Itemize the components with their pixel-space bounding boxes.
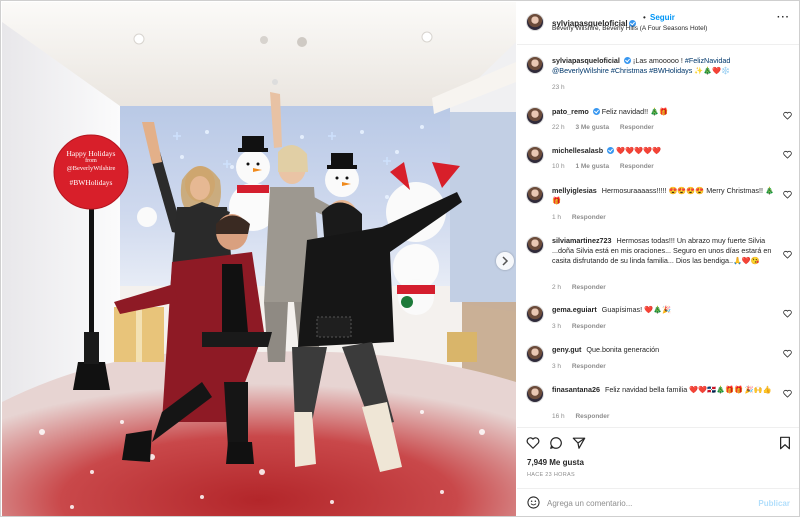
post-panel: sylviapasqueloficial • Seguir Beverly Wi…	[517, 2, 799, 516]
heart-icon[interactable]	[783, 190, 792, 199]
share-icon[interactable]	[572, 436, 586, 450]
comment-username[interactable]: gema.eguiart	[552, 305, 597, 314]
comment-time: 3 h	[552, 323, 562, 330]
comment-meta: 22 h 3 Me gusta Responder	[552, 124, 663, 131]
comment-input[interactable]	[547, 495, 747, 511]
caption-emoji: ✨🎄❤️❄️	[694, 66, 731, 75]
reply-button[interactable]: Responder	[572, 214, 606, 221]
verified-badge-icon	[623, 57, 631, 64]
heart-icon[interactable]	[783, 150, 792, 159]
sign-line-2: from	[85, 158, 97, 164]
comment-time: 3 h	[552, 363, 562, 370]
heart-icon[interactable]	[783, 250, 792, 259]
comments-list[interactable]: sylviapasqueloficial ¡Las amooooo ! #Fel…	[517, 46, 799, 426]
emoji-icon[interactable]	[527, 496, 540, 509]
reply-button[interactable]: Responder	[620, 163, 654, 170]
comment-text: pato_remo Feliz navidad!! 🎄🎁	[552, 107, 776, 117]
holiday-photo-illustration	[2, 2, 516, 516]
sign-line-4: #BWHolidays	[69, 178, 113, 187]
post-photo[interactable]: Happy Holidays from @BeverlyWilshire #BW…	[2, 2, 516, 516]
comment-username[interactable]: pato_remo	[552, 107, 589, 116]
reply-button[interactable]: Responder	[575, 413, 609, 420]
comment-username[interactable]: michellesalasb	[552, 146, 603, 155]
caption-text: sylviapasqueloficial ¡Las amooooo ! #Fel…	[552, 56, 776, 76]
comment-text: silviamartinez723 Hermosas todas!!! Un a…	[552, 236, 776, 266]
reply-button[interactable]: Responder	[572, 323, 606, 330]
hashtag-link[interactable]: #FelizNavidad	[685, 56, 731, 65]
comment-likes[interactable]: 3 Me gusta	[575, 124, 609, 131]
comment-text: finasantana26 Feliz navidad bella famili…	[552, 385, 776, 395]
commenter-avatar[interactable]	[526, 385, 544, 403]
caption-body: ¡Las amooooo !	[632, 56, 685, 65]
comment-time: 2 h	[552, 284, 562, 291]
commenter-avatar[interactable]	[526, 236, 544, 254]
comment-body: Feliz navidad bella familia ❤️❤️🇩🇴🎄🎁🎁 🎉🙌…	[604, 385, 772, 394]
comment-username[interactable]: silviamartinez723	[552, 236, 612, 245]
reply-button[interactable]: Responder	[572, 284, 606, 291]
verified-badge-icon	[607, 147, 615, 154]
comment-text: gema.eguiart Guapísimas! ❤️🎄🎉	[552, 305, 776, 315]
comment-body: Guapísimas! ❤️🎄🎉	[601, 305, 671, 314]
comment-time: 1 h	[552, 214, 562, 221]
reply-button[interactable]: Responder	[620, 124, 654, 131]
likes-count[interactable]: 7,949 Me gusta	[527, 458, 584, 467]
comment-text: mellyiglesias Hermosuraaaass!!!!! 😍😍😍😍 M…	[552, 186, 776, 206]
verified-badge-icon	[592, 108, 600, 115]
bookmark-icon[interactable]	[778, 436, 792, 450]
sign-line-3: @BeverlyWilshire	[66, 165, 116, 172]
caption-time: 23 h	[552, 84, 565, 91]
comment-meta: 2 h Responder	[552, 284, 615, 291]
comment-meta: 1 h Responder	[552, 214, 615, 221]
follow-button[interactable]: Seguir	[650, 13, 675, 22]
comment-likes[interactable]: 1 Me gusta	[575, 163, 609, 170]
author-avatar[interactable]	[526, 13, 544, 31]
comment-meta: 3 h Responder	[552, 323, 615, 330]
comment-text: michellesalasb ❤️❤️❤️❤️❤️	[552, 146, 776, 156]
next-photo-button[interactable]	[496, 252, 514, 270]
comment-text: geny.gut Que.bonita generación	[552, 345, 776, 355]
heart-icon[interactable]	[783, 389, 792, 398]
publish-button[interactable]: Publicar	[758, 499, 790, 508]
post-header: sylviapasqueloficial • Seguir Beverly Wi…	[517, 2, 799, 45]
comment-time: 22 h	[552, 124, 565, 131]
instagram-post-window: Happy Holidays from @BeverlyWilshire #BW…	[0, 0, 800, 517]
separator-dot: •	[643, 13, 646, 22]
comment-username[interactable]: mellyiglesias	[552, 186, 597, 195]
comment-username[interactable]: finasantana26	[552, 385, 600, 394]
commenter-avatar[interactable]	[526, 305, 544, 323]
comment-username[interactable]: geny.gut	[552, 345, 581, 354]
caption-meta: 23 h	[552, 84, 574, 91]
comment-time: 16 h	[552, 413, 565, 420]
sign-line-1: Happy Holidays	[66, 149, 116, 158]
commenter-avatar[interactable]	[526, 146, 544, 164]
comment-body: ❤️❤️❤️❤️❤️	[616, 146, 661, 155]
comment-meta: 16 h Responder	[552, 413, 618, 420]
comment-body: Que.bonita generación	[586, 345, 660, 354]
heart-icon[interactable]	[526, 436, 540, 450]
holiday-sign: Happy Holidays from @BeverlyWilshire #BW…	[54, 149, 128, 189]
comment-time: 10 h	[552, 163, 565, 170]
comment-meta: 10 h 1 Me gusta Responder	[552, 163, 663, 170]
heart-icon[interactable]	[783, 349, 792, 358]
post-location[interactable]: Beverly Wilshire, Beverly Hills (A Four …	[552, 25, 707, 32]
caption-username[interactable]: sylviapasqueloficial	[552, 56, 620, 65]
author-avatar[interactable]	[526, 56, 544, 74]
hashtag-link[interactable]: #Christmas #BWHolidays	[611, 66, 692, 75]
heart-icon[interactable]	[783, 111, 792, 120]
commenter-avatar[interactable]	[526, 107, 544, 125]
comment-meta: 3 h Responder	[552, 363, 615, 370]
commenter-avatar[interactable]	[526, 345, 544, 363]
chevron-right-icon	[502, 256, 509, 266]
more-icon[interactable]: ···	[777, 12, 790, 23]
comment-icon[interactable]	[549, 436, 563, 450]
mention-link[interactable]: @BeverlyWilshire	[552, 66, 609, 75]
comment-body: Feliz navidad!! 🎄🎁	[601, 107, 668, 116]
comment-composer: Publicar	[517, 488, 799, 516]
post-time: HACE 23 HORAS	[527, 472, 575, 478]
heart-icon[interactable]	[783, 309, 792, 318]
reply-button[interactable]: Responder	[572, 363, 606, 370]
commenter-avatar[interactable]	[526, 186, 544, 204]
